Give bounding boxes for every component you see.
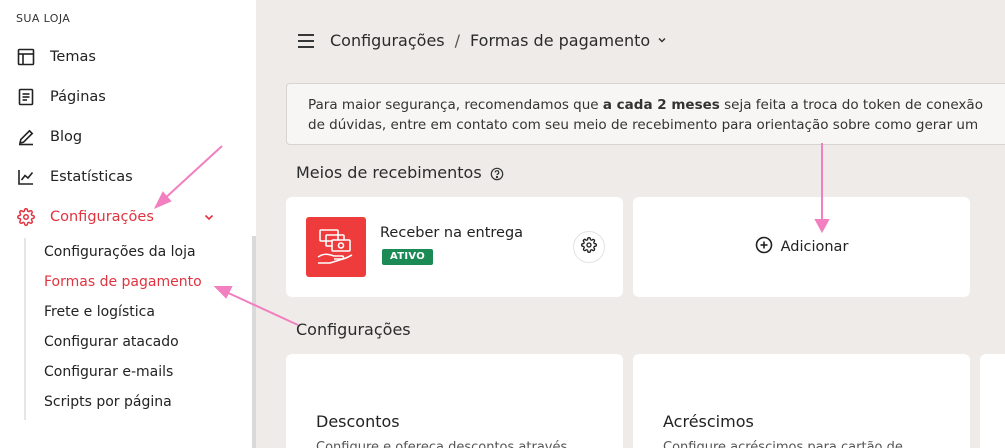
config-card-acrescimos[interactable]: Acréscimos Configure acréscimos para car…	[633, 354, 970, 448]
breadcrumb-separator: /	[454, 31, 461, 50]
config-card-title: Descontos	[316, 412, 400, 431]
chart-line-icon	[16, 167, 36, 187]
gear-icon	[16, 207, 36, 227]
sidebar-item-label: Estatísticas	[50, 169, 133, 185]
sidebar-item-temas[interactable]: Temas	[16, 45, 96, 69]
submenu-item-scripts-pagina[interactable]: Scripts por página	[44, 394, 172, 410]
method-settings-button[interactable]	[573, 231, 605, 263]
submenu-divider	[24, 238, 26, 420]
config-card-partial[interactable]	[980, 354, 1005, 448]
menu-icon[interactable]	[297, 33, 315, 49]
breadcrumb-current[interactable]: Formas de pagamento	[470, 31, 668, 50]
sidebar-item-blog[interactable]: Blog	[16, 125, 82, 149]
sidebar-item-label: Configurações	[50, 209, 154, 225]
sidebar-item-label: Blog	[50, 129, 83, 145]
sidebar-item-paginas[interactable]: Páginas	[16, 85, 106, 109]
config-card-title: Acréscimos	[663, 412, 754, 431]
add-payment-method-button[interactable]: Adicionar	[633, 197, 970, 297]
sidebar-item-label: Temas	[50, 49, 96, 65]
submenu-item-configurar-atacado[interactable]: Configurar atacado	[44, 334, 179, 350]
layout-icon	[16, 47, 36, 67]
chevron-down-icon[interactable]	[201, 209, 217, 225]
status-badge: ATIVO	[382, 249, 434, 265]
document-icon	[16, 87, 36, 107]
config-card-description: Configure e ofereça descontos através	[316, 440, 568, 448]
sidebar-item-configuracoes[interactable]: Configurações	[16, 205, 154, 229]
config-section-title: Configurações	[296, 320, 411, 339]
submenu-item-configurar-emails[interactable]: Configurar e-mails	[44, 364, 173, 380]
payment-method-card: Receber na entrega ATIVO	[286, 197, 623, 297]
sidebar-item-estatisticas[interactable]: Estatísticas	[16, 165, 133, 189]
add-label: Adicionar	[780, 239, 849, 255]
notice-line-2: de dúvidas, entre em contato com seu mei…	[308, 117, 979, 133]
chevron-down-icon	[650, 31, 668, 50]
breadcrumb-root[interactable]: Configurações	[330, 31, 445, 50]
sidebar-section-label: SUA LOJA	[16, 12, 71, 25]
gear-icon	[581, 237, 597, 257]
submenu-item-configuracoes-loja[interactable]: Configurações da loja	[44, 244, 196, 260]
breadcrumb: Configurações / Formas de pagamento	[330, 31, 668, 50]
plus-circle-icon	[755, 236, 773, 258]
payment-section-title: Meios de recebimentos	[296, 163, 504, 182]
breadcrumb-current-label: Formas de pagamento	[470, 31, 651, 50]
config-card-description: Configure acréscimos para cartão de	[663, 440, 903, 448]
help-circle-icon[interactable]	[490, 166, 504, 180]
submenu-item-frete-logistica[interactable]: Frete e logística	[44, 304, 155, 320]
sidebar-scrollbar[interactable]	[252, 236, 256, 448]
submenu-item-formas-pagamento[interactable]: Formas de pagamento	[44, 274, 202, 290]
payment-method-name: Receber na entrega	[380, 225, 524, 241]
sidebar-item-label: Páginas	[50, 89, 106, 105]
pencil-icon	[16, 127, 36, 147]
config-card-descontos[interactable]: Descontos Configure e ofereça descontos …	[286, 354, 623, 448]
cash-hand-icon	[306, 217, 366, 277]
notice-line-1: Para maior segurança, recomendamos que a…	[308, 97, 983, 113]
security-notice: Para maior segurança, recomendamos que a…	[286, 83, 1005, 145]
sidebar: SUA LOJA Temas Páginas Blog Estatísticas…	[0, 0, 256, 448]
